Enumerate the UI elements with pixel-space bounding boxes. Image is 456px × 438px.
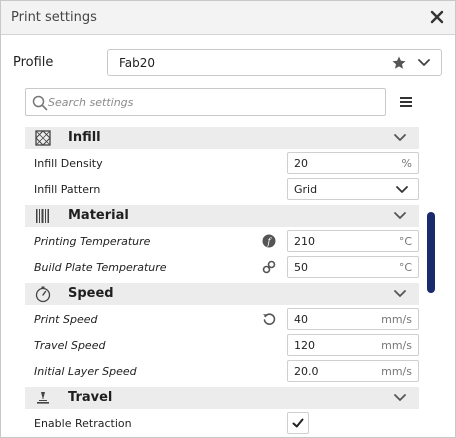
chevron-down-icon <box>396 186 408 193</box>
close-icon <box>430 10 444 24</box>
search-input[interactable] <box>48 92 378 112</box>
category-travel[interactable]: Travel <box>25 387 419 409</box>
checkmark-icon <box>292 418 304 428</box>
category-label: Travel <box>68 390 113 405</box>
material-icon <box>36 209 49 223</box>
category-label: Speed <box>68 286 114 301</box>
field-value: Grid <box>294 183 318 196</box>
category-label: Infill <box>68 130 101 145</box>
field-value: 120 <box>294 339 315 352</box>
setting-label: Infill Pattern <box>34 183 101 196</box>
infill-icon <box>35 130 51 146</box>
chevron-down-icon <box>394 290 406 297</box>
link-icon[interactable] <box>262 260 276 274</box>
field-value: 50 <box>294 261 308 274</box>
speed-icon <box>35 286 51 303</box>
setting-label: Infill Density <box>34 157 103 170</box>
chevron-down-icon[interactable] <box>416 56 432 70</box>
profile-dropdown[interactable]: Fab20 <box>107 49 442 76</box>
setting-label: Enable Retraction <box>34 417 132 430</box>
reset-icon[interactable] <box>262 312 276 326</box>
field-unit: °C <box>398 235 412 248</box>
setting-label: Travel Speed <box>34 339 106 352</box>
chevron-down-icon <box>394 212 406 219</box>
field-value: 40 <box>294 313 308 326</box>
enable-retraction-checkbox[interactable] <box>287 412 309 434</box>
field-unit: mm/s <box>381 313 412 326</box>
chevron-down-icon <box>394 394 406 401</box>
setting-label: Initial Layer Speed <box>34 365 137 378</box>
chevron-down-icon <box>394 134 406 141</box>
scrollbar-thumb[interactable] <box>427 212 435 293</box>
print-speed-input[interactable]: 40 mm/s <box>287 308 419 330</box>
category-material[interactable]: Material <box>25 205 419 227</box>
field-unit: °C <box>398 261 412 274</box>
field-value: 210 <box>294 235 315 248</box>
profile-label: Profile <box>13 55 54 70</box>
setting-label: Print Speed <box>34 313 98 326</box>
field-unit: mm/s <box>381 365 412 378</box>
title-bar: Print settings <box>1 1 455 35</box>
print-settings-window: Print settings Profile Fab20 Search sett… <box>0 0 456 438</box>
category-infill[interactable]: Infill <box>25 127 419 149</box>
printing-temperature-input[interactable]: 210 °C <box>287 230 419 252</box>
formula-icon[interactable]: f <box>262 234 276 248</box>
setting-label: Build Plate Temperature <box>34 261 167 274</box>
infill-density-input[interactable]: 20 % <box>287 152 419 174</box>
build-plate-temperature-input[interactable]: 50 °C <box>287 256 419 278</box>
initial-layer-speed-input[interactable]: 20.0 mm/s <box>287 360 419 382</box>
profile-value: Fab20 <box>119 56 156 70</box>
travel-icon <box>37 392 49 404</box>
menu-icon[interactable] <box>398 94 414 110</box>
search-box[interactable] <box>25 88 386 116</box>
setting-label: Printing Temperature <box>34 235 151 248</box>
category-speed[interactable]: Speed <box>25 283 419 305</box>
star-icon[interactable] <box>391 55 407 71</box>
window-title: Print settings <box>11 10 97 25</box>
field-unit: % <box>401 157 412 170</box>
travel-speed-input[interactable]: 120 mm/s <box>287 334 419 356</box>
field-value: 20 <box>294 157 308 170</box>
infill-pattern-dropdown[interactable]: Grid <box>287 178 419 200</box>
field-unit: mm/s <box>381 339 412 352</box>
category-label: Material <box>68 208 129 223</box>
field-value: 20.0 <box>294 365 319 378</box>
close-button[interactable] <box>427 9 447 27</box>
search-icon <box>32 95 48 111</box>
